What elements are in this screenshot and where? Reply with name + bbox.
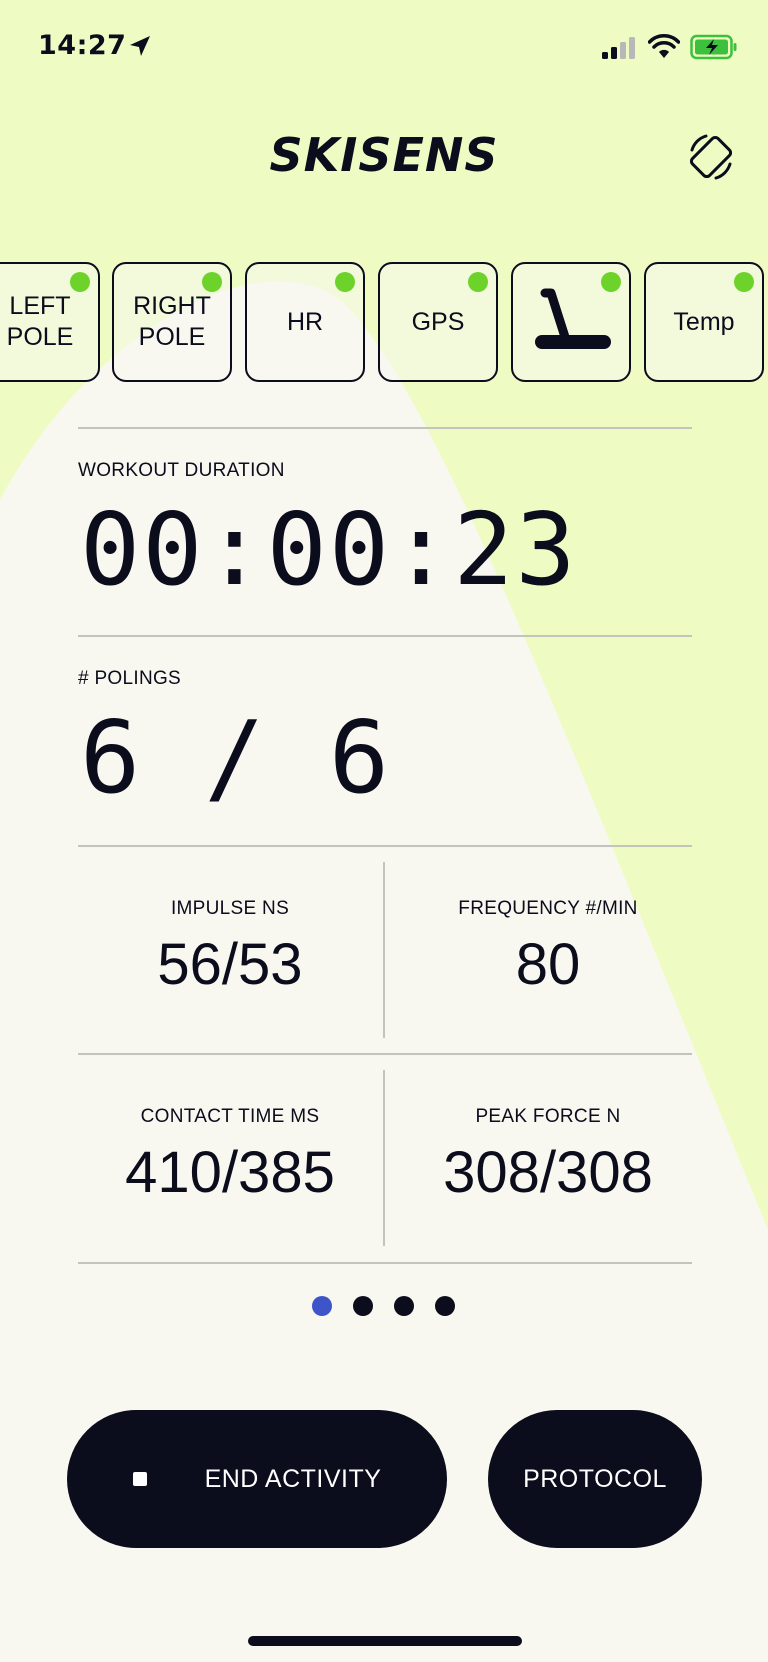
connection-status-dot (468, 272, 488, 292)
connection-status-dot (601, 272, 621, 292)
polings-value: 6 / 6 (80, 699, 392, 816)
sensor-tab-gps[interactable]: GPS (378, 262, 498, 382)
sensor-label: HR (286, 307, 324, 336)
sensor-tab-hr[interactable]: HR (245, 262, 365, 382)
divider (78, 427, 692, 429)
page-dot[interactable] (353, 1296, 373, 1316)
protocol-button[interactable]: PROTOCOL (488, 1410, 702, 1548)
end-activity-button[interactable]: END ACTIVITY (67, 1410, 447, 1548)
sensor-tab-treadmill[interactable] (511, 262, 631, 382)
connection-status-dot (734, 272, 754, 292)
app-logo: SKISENS (269, 128, 499, 182)
page-dot-active[interactable] (312, 1296, 332, 1316)
battery-charging-icon (690, 34, 737, 60)
location-arrow-icon (130, 36, 150, 56)
vertical-divider (383, 862, 385, 1038)
peak-force-label: PEAK FORCE N (475, 1106, 621, 1127)
vertical-divider (383, 1070, 385, 1246)
sensor-tab-right-pole[interactable]: RIGHT POLE (112, 262, 232, 382)
screen-rotation-icon[interactable] (684, 130, 738, 184)
divider (78, 1262, 692, 1264)
sensor-label: Temp (673, 307, 735, 336)
protocol-label: PROTOCOL (523, 1464, 667, 1493)
end-activity-label: END ACTIVITY (204, 1464, 382, 1493)
cellular-signal-icon (602, 37, 635, 59)
page-indicator (312, 1296, 455, 1316)
frequency-label: FREQUENCY #/MIN (458, 898, 638, 919)
page-dot[interactable] (394, 1296, 414, 1316)
sensor-label: GPS (411, 307, 465, 336)
connection-status-dot (335, 272, 355, 292)
connection-status-dot (70, 272, 90, 292)
frequency-value: 80 (515, 932, 581, 997)
divider (78, 1053, 692, 1055)
treadmill-icon (535, 288, 611, 349)
wifi-icon (648, 34, 680, 58)
impulse-label: IMPULSE NS (170, 898, 290, 919)
contact-time-value: 410/385 (125, 1140, 335, 1205)
connection-status-dot (202, 272, 222, 292)
impulse-value: 56/53 (157, 932, 303, 997)
divider (78, 845, 692, 847)
home-indicator[interactable] (248, 1636, 522, 1646)
peak-force-value: 308/308 (443, 1140, 653, 1205)
page-dot[interactable] (435, 1296, 455, 1316)
sensor-label: RIGHT POLE (133, 292, 211, 351)
workout-duration-label: WORKOUT DURATION (78, 460, 285, 481)
stop-icon (132, 1472, 147, 1486)
sensor-tab-left-pole[interactable]: LEFT POLE (0, 262, 100, 382)
contact-time-label: CONTACT TIME MS (140, 1106, 320, 1127)
polings-label: # POLINGS (78, 668, 182, 689)
workout-duration-value: 00:00:23 (80, 491, 578, 608)
sensor-tab-temp[interactable]: Temp (644, 262, 764, 382)
sensor-label: LEFT POLE (6, 292, 74, 351)
status-time: 14:27 (38, 30, 127, 61)
divider (78, 635, 692, 637)
